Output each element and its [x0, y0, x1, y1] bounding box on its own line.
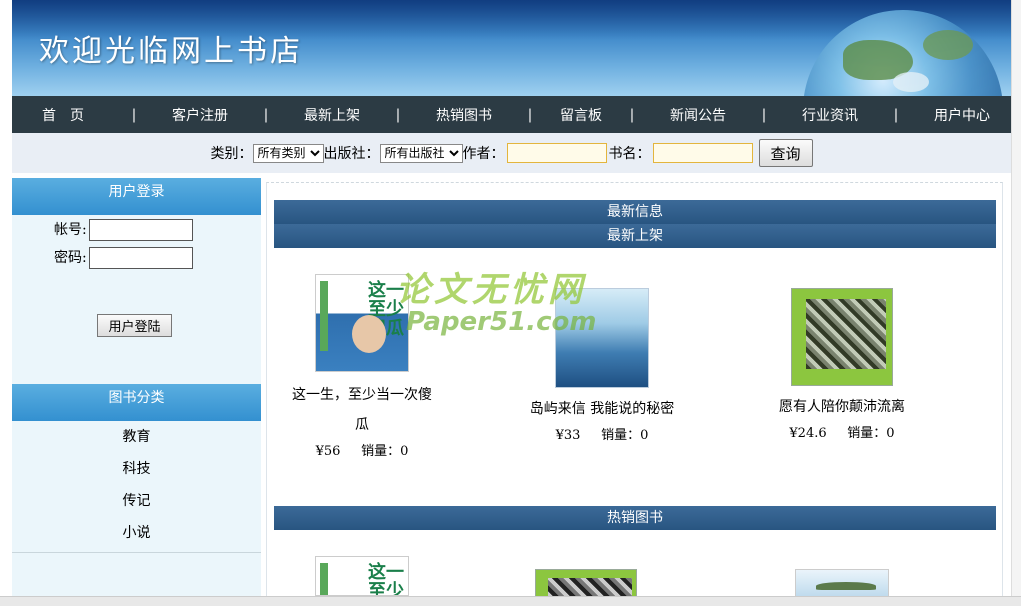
title-input[interactable] [652, 143, 753, 163]
page-frame: 欢迎光临网上书店 首 页 | 客户注册 | 最新上架 | 热销图书 | 留言板 … [12, 0, 1011, 606]
category-item-novel[interactable]: 小说 [12, 517, 261, 549]
nav-register[interactable]: 客户注册 [154, 105, 246, 125]
book-meta: ¥56 销量：0 [277, 440, 447, 459]
book-title[interactable]: 这一生，至少当一次傻瓜 [277, 380, 447, 440]
category-item-education[interactable]: 教育 [12, 421, 261, 453]
banner-title: 欢迎光临网上书店 [39, 34, 303, 69]
vertical-scrollbar[interactable] [1011, 0, 1021, 596]
category-list: 教育 科技 传记 小说 [12, 421, 261, 549]
nav-separator: | [395, 106, 401, 123]
password-label: 密码: [54, 250, 87, 266]
book-sales: 销量：0 [847, 426, 895, 441]
book-cover[interactable]: 这一 至少 傻瓜 [315, 274, 409, 372]
nav-message-board[interactable]: 留言板 [550, 105, 612, 125]
nav-separator: | [761, 106, 767, 123]
nav-user-center[interactable]: 用户中心 [916, 105, 1008, 125]
book-price: ¥56 [315, 444, 341, 459]
book-cover[interactable] [791, 288, 893, 386]
site-banner: 欢迎光临网上书店 [12, 0, 1011, 96]
nav-home[interactable]: 首 页 [12, 105, 114, 125]
main-content: 最新信息 最新上架 这一 至少 傻瓜 这一生，至少当一次傻瓜 ¥56 销量：0 岛屿… [266, 182, 1003, 606]
globe-image [803, 10, 1003, 96]
account-input[interactable] [88, 219, 193, 241]
author-label: 作者： [462, 146, 505, 162]
horizontal-scrollbar[interactable] [0, 596, 1021, 606]
category-heading: 图书分类 [12, 384, 261, 421]
sidebar: 用户登录 帐号: 密码: 用户登陆 图书分类 教育 科技 传记 小说 [12, 178, 261, 606]
publisher-select[interactable]: 所有出版社 [379, 143, 463, 163]
book-title[interactable]: 愿有人陪你颠沛流离 [757, 392, 927, 422]
publisher-label: 出版社： [323, 146, 380, 162]
nav-separator: | [527, 106, 533, 123]
book-cover[interactable] [555, 288, 649, 388]
account-label: 帐号: [54, 222, 87, 238]
book-cover[interactable] [795, 569, 889, 599]
title-label: 书名： [608, 146, 651, 162]
book-cover[interactable] [535, 569, 637, 599]
category-item-biography[interactable]: 传记 [12, 485, 261, 517]
password-row: 密码: [54, 247, 193, 269]
nav-separator: | [131, 106, 137, 123]
latest-info-bar: 最新信息 [274, 200, 996, 224]
nav-separator: | [263, 106, 269, 123]
category-select[interactable]: 所有类别 [252, 143, 324, 163]
category-item-tech[interactable]: 科技 [12, 453, 261, 485]
author-input[interactable] [506, 143, 607, 163]
book-title[interactable]: 岛屿来信 我能说的秘密 [517, 394, 687, 424]
main-nav: 首 页 | 客户注册 | 最新上架 | 热销图书 | 留言板 | 新闻公告 | … [12, 96, 1011, 133]
book-card: 岛屿来信 我能说的秘密 ¥33 销量：0 [517, 288, 687, 443]
book-card [501, 569, 671, 599]
hot-books-bar: 热销图书 [274, 506, 996, 530]
book-card: 愿有人陪你颠沛流离 ¥24.6 销量：0 [757, 288, 927, 441]
book-card: 这一 至少 [277, 556, 447, 596]
search-bar: 类别： 所有类别 出版社： 所有出版社 作者： 书名： 查询 [12, 133, 1011, 173]
sidebar-divider [12, 552, 261, 553]
nav-new-arrivals[interactable]: 最新上架 [286, 105, 378, 125]
book-card: 这一 至少 傻瓜 这一生，至少当一次傻瓜 ¥56 销量：0 [277, 274, 447, 459]
search-button[interactable]: 查询 [758, 139, 813, 167]
nav-hot-books[interactable]: 热销图书 [418, 105, 510, 125]
book-meta: ¥24.6 销量：0 [757, 422, 927, 441]
login-heading: 用户登录 [12, 178, 261, 215]
nav-separator: | [629, 106, 635, 123]
nav-industry-news[interactable]: 行业资讯 [784, 105, 876, 125]
book-card [757, 569, 927, 599]
nav-separator: | [893, 106, 899, 123]
login-button[interactable]: 用户登陆 [97, 314, 172, 337]
book-meta: ¥33 销量：0 [517, 424, 687, 443]
nav-news[interactable]: 新闻公告 [652, 105, 744, 125]
account-row: 帐号: [54, 219, 193, 241]
category-label: 类别： [210, 146, 253, 162]
login-form: 帐号: 密码: 用户登陆 [12, 215, 261, 384]
book-price: ¥24.6 [789, 426, 827, 441]
book-sales: 销量：0 [361, 444, 409, 459]
book-cover[interactable]: 这一 至少 [315, 556, 409, 596]
new-arrivals-bar: 最新上架 [274, 224, 996, 248]
password-input[interactable] [88, 247, 193, 269]
book-sales: 销量：0 [601, 428, 649, 443]
book-price: ¥33 [555, 428, 581, 443]
